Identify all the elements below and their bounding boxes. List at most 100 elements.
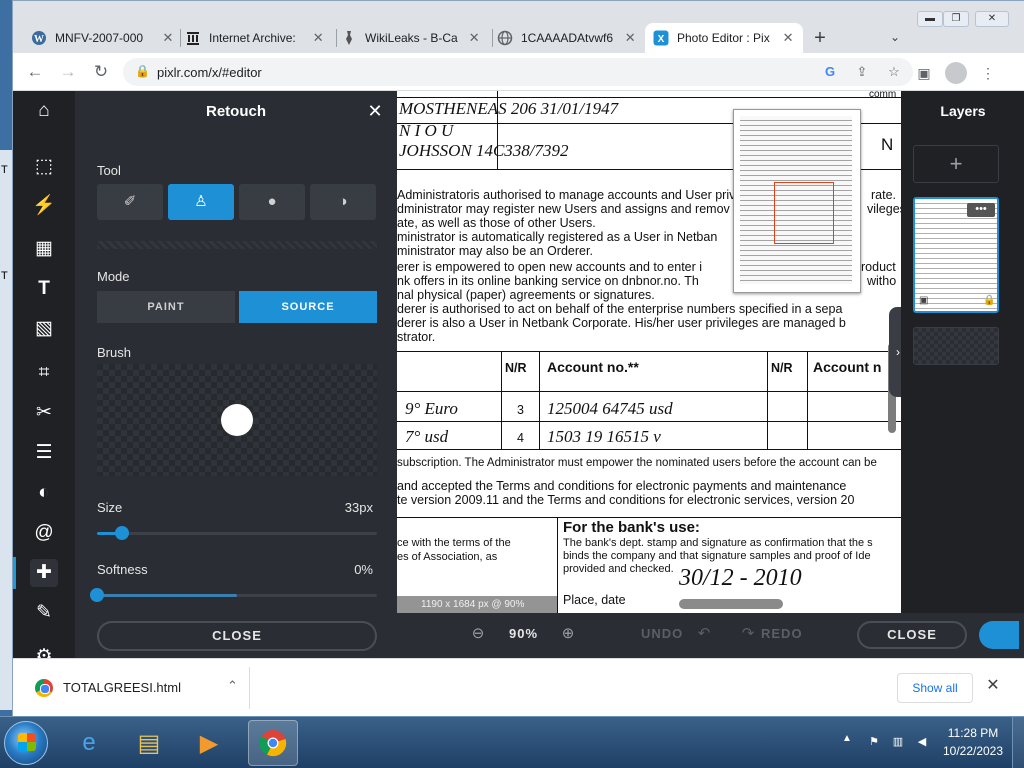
paint-mode-button[interactable]: PAINT <box>97 291 235 323</box>
adjust-icon[interactable]: ☰ <box>30 439 58 467</box>
minimize-button[interactable]: ▬ <box>917 11 943 27</box>
size-slider[interactable] <box>97 526 377 540</box>
menu-dots-icon[interactable]: ⋮ <box>977 62 999 84</box>
doc-text: vileges <box>867 202 901 216</box>
clone-stamp-tool-button[interactable]: ♙ <box>168 184 234 220</box>
clock-date[interactable]: 10/22/2023 <box>938 744 1008 758</box>
blur-tool-button[interactable]: ● <box>239 184 305 220</box>
softness-slider-thumb[interactable] <box>90 588 104 602</box>
liquify-icon[interactable]: @ <box>30 519 58 547</box>
doc-text: dministrator may register new Users and … <box>397 202 730 216</box>
tab-wordpress[interactable]: W MNFV-2007-000 ✕ <box>23 23 183 53</box>
internet-explorer-icon[interactable]: e <box>64 720 114 766</box>
brush-icon[interactable]: ✎ <box>30 599 58 627</box>
tab-globe[interactable]: 1CAAAADAtvwf6 ✕ <box>489 23 645 53</box>
tab-photo-editor[interactable]: X Photo Editor : Pix ✕ <box>645 23 803 53</box>
zoom-in-icon[interactable]: ⊕ <box>557 623 579 645</box>
reload-icon[interactable]: ↻ <box>89 60 113 84</box>
bookmark-star-icon[interactable]: ☆ <box>885 63 903 81</box>
retouch-bandage-icon[interactable]: ✚ <box>30 559 58 587</box>
download-item[interactable]: TOTALGREESI.html ⌃ <box>27 669 247 707</box>
chevron-down-icon[interactable]: ⌄ <box>885 27 905 47</box>
tab-wikileaks[interactable]: WikiLeaks - B-Ca ✕ <box>333 23 489 53</box>
crop-icon[interactable]: ⌗ <box>30 359 58 387</box>
file-explorer-icon[interactable]: ▤ <box>124 720 174 766</box>
heal-tool-button[interactable]: ✐ <box>97 184 163 220</box>
quick-select-icon[interactable]: ⚡ <box>30 192 58 220</box>
tab-title: MNFV-2007-000 <box>55 31 144 45</box>
image-info: 1190 x 1684 px @ 90% <box>397 596 557 613</box>
doc-text: rate. <box>871 188 897 202</box>
doc-handwriting: 30/12 - 2010 <box>679 565 802 591</box>
forward-arrow-icon[interactable]: → <box>56 60 80 84</box>
horizontal-scrollbar[interactable] <box>679 599 783 609</box>
network-icon[interactable]: ▥ <box>890 735 906 749</box>
softness-slider[interactable] <box>90 588 377 602</box>
doc-text: strator. <box>397 330 436 344</box>
volume-icon[interactable]: ◀ <box>914 735 930 749</box>
sponge-tool-button[interactable]: ◑ <box>310 184 376 220</box>
zoom-level[interactable]: 90% <box>509 626 538 641</box>
home-icon[interactable]: ⌂ <box>30 97 58 125</box>
google-translate-icon[interactable]: G <box>821 63 839 81</box>
chrome-file-icon <box>35 679 53 697</box>
window-close-button[interactable]: ✕ <box>975 11 1009 27</box>
add-layer-button[interactable]: + <box>913 145 999 183</box>
close-icon[interactable]: ✕ <box>467 30 481 46</box>
new-tab-button[interactable]: + <box>807 25 833 51</box>
chevron-up-icon[interactable]: ⌃ <box>227 678 238 694</box>
share-icon[interactable]: ⇪ <box>853 63 871 81</box>
clock-time[interactable]: 11:28 PM <box>938 726 1008 740</box>
panel-close-button[interactable]: CLOSE <box>97 621 377 651</box>
back-arrow-icon[interactable]: ← <box>23 60 47 84</box>
undo-button[interactable]: UNDO <box>641 626 683 641</box>
maximize-button[interactable]: ❐ <box>943 11 969 27</box>
layer-thumbnail[interactable]: ••• ▣ 🔒 <box>913 197 999 313</box>
scissors-icon[interactable]: ✂ <box>30 399 58 427</box>
tab-internet-archive[interactable]: Internet Archive: ✕ <box>177 23 333 53</box>
lock-icon[interactable]: 🔒 <box>983 295 997 307</box>
zoom-out-icon[interactable]: ⊖ <box>467 623 489 645</box>
show-desktop-button[interactable] <box>1012 717 1024 768</box>
svg-text:W: W <box>34 34 44 45</box>
fill-pattern-icon[interactable]: ▧ <box>30 315 58 343</box>
start-button[interactable] <box>4 721 48 765</box>
doc-handwriting: N I O U <box>399 121 454 140</box>
media-player-icon[interactable]: ▶ <box>184 720 234 766</box>
contrast-icon[interactable]: ◐ <box>30 479 58 507</box>
tray-expand-icon[interactable]: ▲ <box>842 733 852 744</box>
save-button[interactable] <box>979 621 1019 649</box>
close-icon[interactable]: ✕ <box>311 30 325 46</box>
lock-icon: 🔒 <box>135 64 150 78</box>
size-slider-thumb[interactable] <box>115 526 130 540</box>
tab-title: WikiLeaks - B-Ca <box>365 31 458 45</box>
arrange-icon[interactable]: ⬚ <box>30 153 58 181</box>
text-icon[interactable]: T <box>30 275 58 303</box>
redo-button[interactable]: REDO <box>761 626 803 641</box>
address-bar[interactable]: 🔒 pixlr.com/x/#editor G ⇪ ☆ <box>123 58 913 86</box>
show-all-button[interactable]: Show all <box>897 673 973 703</box>
more-options-icon[interactable]: ••• <box>967 203 995 217</box>
navigator-preview[interactable] <box>733 109 861 293</box>
close-icon[interactable]: ✕ <box>781 30 795 46</box>
windows-taskbar: e ▤ ▶ ▲ ⚑ ▥ ◀ 11:28 PM 10/22/2023 <box>0 716 1024 768</box>
image-icon: ▣ <box>919 295 929 306</box>
cutout-icon[interactable]: ▦ <box>30 235 58 263</box>
navigator-viewport[interactable] <box>774 182 834 244</box>
empty-layer-slot[interactable] <box>913 327 999 365</box>
browser-toolbar: ← → ↻ 🔒 pixlr.com/x/#editor G ⇪ ☆ ▣ ⋮ <box>13 53 1024 91</box>
close-icon[interactable]: ✕ <box>161 30 175 46</box>
chrome-taskbar-icon[interactable] <box>248 720 298 766</box>
close-button[interactable]: CLOSE <box>857 621 967 649</box>
flag-icon[interactable]: ⚑ <box>866 735 882 749</box>
tab-title: 1CAAAADAtvwf6 <box>521 31 614 45</box>
source-mode-button[interactable]: SOURCE <box>239 291 377 323</box>
settings-gear-icon[interactable]: ⚙ <box>30 643 58 658</box>
close-icon[interactable]: ✕ <box>983 676 1003 696</box>
profile-avatar[interactable] <box>945 62 967 84</box>
mode-label: Mode <box>97 269 130 284</box>
doc-text: binds the company and that signature sam… <box>563 550 871 562</box>
close-icon[interactable]: ✕ <box>623 30 637 46</box>
close-icon[interactable]: ✕ <box>365 101 385 121</box>
side-panel-icon[interactable]: ▣ <box>913 62 935 84</box>
